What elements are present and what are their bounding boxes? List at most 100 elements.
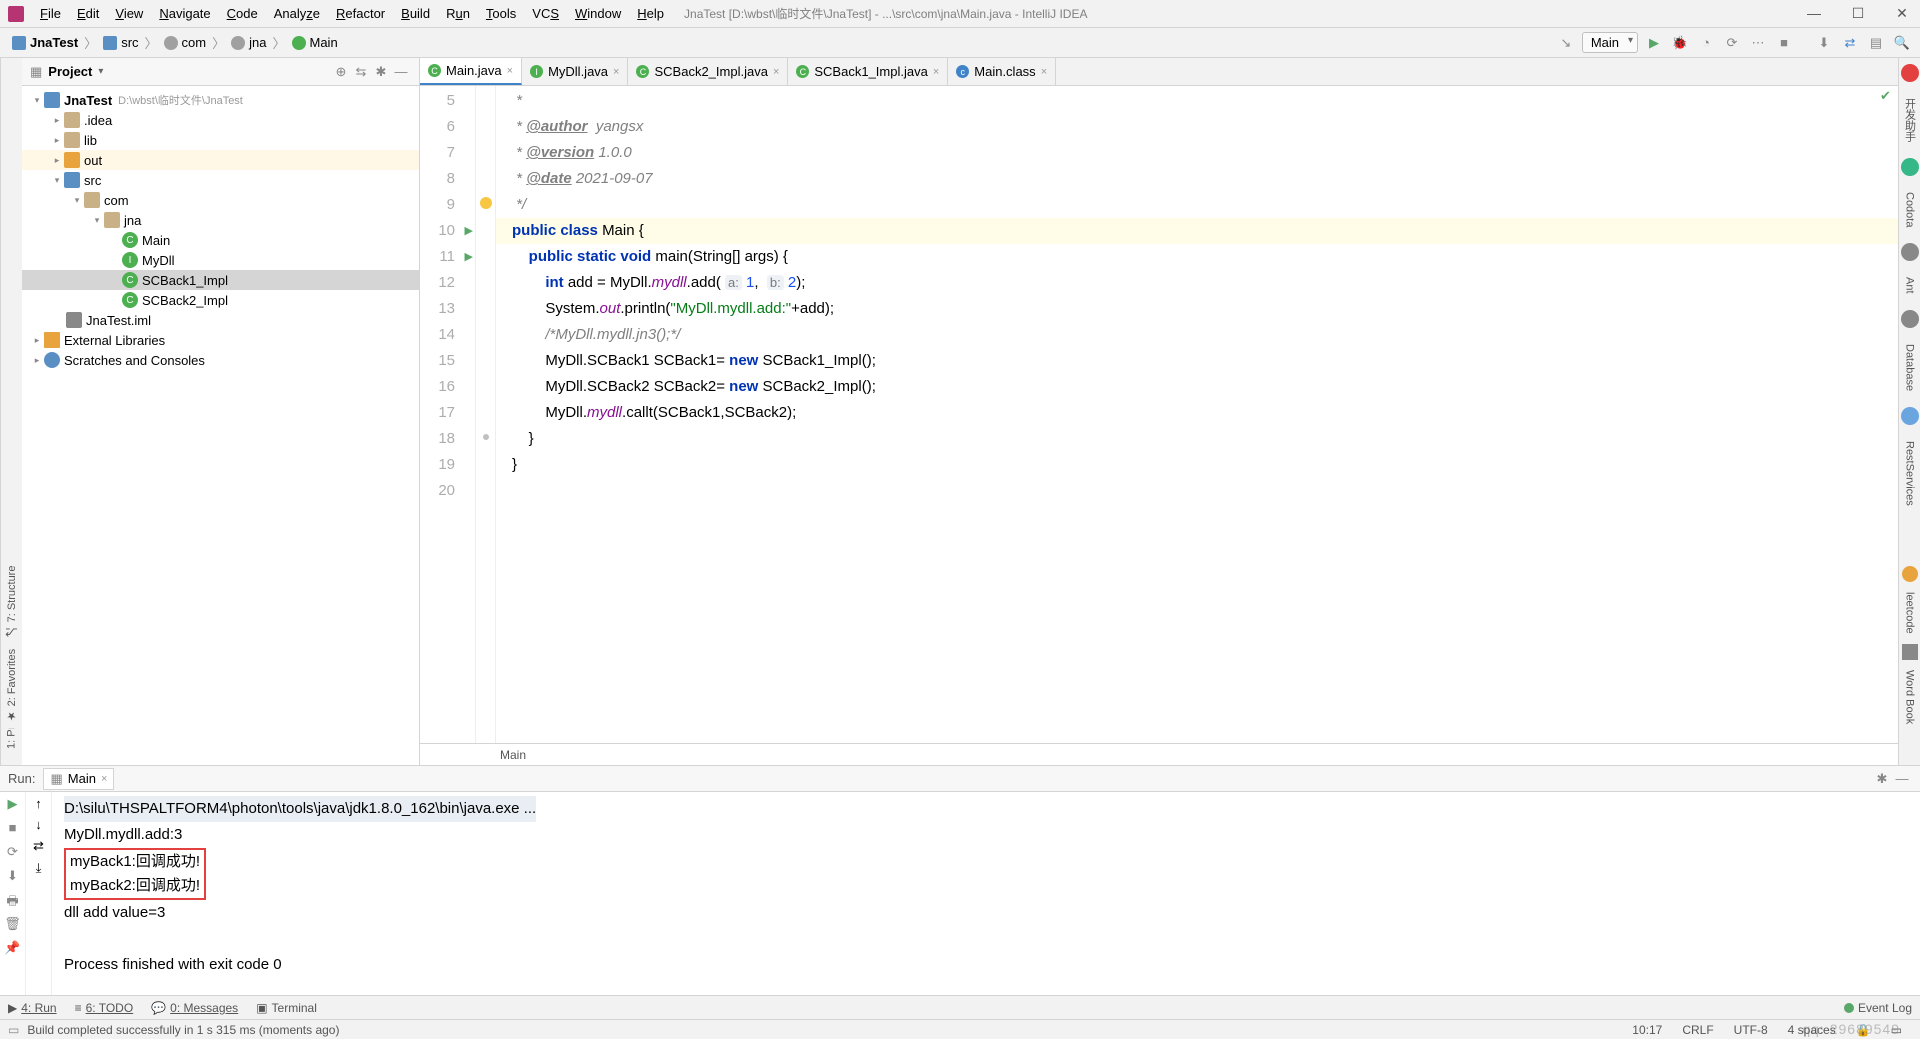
right-tab-database[interactable]: Database: [1904, 338, 1916, 397]
rest-icon[interactable]: [1901, 407, 1919, 425]
menu-refactor[interactable]: Refactor: [328, 6, 393, 21]
profile-button[interactable]: ⟳: [1722, 33, 1742, 53]
event-log[interactable]: Event Log: [1844, 1001, 1912, 1015]
collapse-icon[interactable]: ⇆: [351, 64, 371, 80]
translate-icon[interactable]: ⇄: [1840, 33, 1860, 53]
attach-button[interactable]: ⋯: [1748, 33, 1768, 53]
project-tree[interactable]: ▾ JnaTest D:\wbst\临时文件\JnaTest ▸ .idea ▸…: [22, 86, 419, 765]
right-tab-codota[interactable]: Codota: [1904, 186, 1916, 233]
bottom-tab-terminal[interactable]: ▣ Terminal: [256, 1001, 317, 1015]
tab-close-icon[interactable]: ×: [507, 65, 513, 77]
tree-jna[interactable]: ▾ jna: [22, 210, 419, 230]
tree-src[interactable]: ▾ src: [22, 170, 419, 190]
menu-file[interactable]: File: [32, 6, 69, 21]
tab-close-icon[interactable]: ×: [773, 66, 779, 78]
status-position[interactable]: 10:17: [1622, 1023, 1672, 1037]
code-area[interactable]: 5 6 7 8 9 10 11 12 13 14 15 16 17 18 19 …: [420, 86, 1898, 743]
run-console[interactable]: D:\silu\THSPALTFORM4\photon\tools\java\j…: [52, 792, 1920, 995]
bulb-icon[interactable]: [480, 197, 492, 209]
menu-code[interactable]: Code: [219, 6, 266, 21]
crumb-jna[interactable]: jna: [227, 35, 270, 50]
run-tab[interactable]: ▦ Main ×: [43, 768, 114, 790]
menu-window[interactable]: Window: [567, 6, 629, 21]
ant-icon[interactable]: [1901, 243, 1919, 261]
maximize-button[interactable]: ☐: [1848, 5, 1868, 22]
tree-com[interactable]: ▾ com: [22, 190, 419, 210]
plugin-icon[interactable]: [1901, 64, 1919, 82]
code-body[interactable]: * * @author yangsx * @version 1.0.0 * @d…: [496, 86, 1898, 743]
project-dropdown-icon[interactable]: ▾: [98, 66, 103, 77]
menu-run[interactable]: Run: [438, 6, 478, 21]
line-gutter[interactable]: 5 6 7 8 9 10 11 12 13 14 15 16 17 18 19 …: [420, 86, 476, 743]
menu-help[interactable]: Help: [629, 6, 672, 21]
run-settings-icon[interactable]: ✱: [1872, 771, 1892, 787]
crumb-main[interactable]: Main: [288, 35, 342, 50]
coverage-button[interactable]: ◔: [1696, 33, 1716, 53]
menu-vcs[interactable]: VCS: [524, 6, 567, 21]
bottom-tab-todo[interactable]: ≡ 6: TODO: [75, 1001, 134, 1015]
delete-icon[interactable]: 🗑: [4, 916, 22, 934]
tab-scback1[interactable]: C SCBack1_Impl.java ×: [788, 58, 948, 85]
right-tab-ant[interactable]: Ant: [1904, 271, 1916, 300]
pin-icon[interactable]: 📌: [4, 940, 22, 958]
tree-main[interactable]: C Main: [22, 230, 419, 250]
status-mem-icon[interactable]: ▭: [1881, 1023, 1912, 1037]
tree-mydll[interactable]: I MyDll: [22, 250, 419, 270]
tree-scratch[interactable]: ▸ Scratches and Consoles: [22, 350, 419, 370]
tree-idea[interactable]: ▸ .idea: [22, 110, 419, 130]
build-icon[interactable]: ↘: [1556, 33, 1576, 53]
print-icon[interactable]: 🖶: [4, 892, 22, 910]
menu-analyze[interactable]: Analyze: [266, 6, 328, 21]
right-tab-devhelper[interactable]: 开发助手: [1902, 92, 1918, 148]
tree-scback1[interactable]: C SCBack1_Impl: [22, 270, 419, 290]
leetcode-icon[interactable]: [1902, 566, 1918, 582]
tab-close-icon[interactable]: ×: [933, 66, 939, 78]
up-icon[interactable]: ↑: [35, 796, 42, 811]
editor-breadcrumb-bottom[interactable]: Main: [420, 743, 1898, 765]
vcs-update-icon[interactable]: ⬇: [1814, 33, 1834, 53]
tree-root[interactable]: ▾ JnaTest D:\wbst\临时文件\JnaTest: [22, 90, 419, 110]
close-button[interactable]: ✕: [1892, 5, 1912, 22]
debug-button[interactable]: 🐞: [1670, 33, 1690, 53]
dump-icon[interactable]: ⬇: [4, 868, 22, 886]
structure-icon[interactable]: ▤: [1866, 33, 1886, 53]
rerun-icon[interactable]: ▶: [4, 796, 22, 814]
bottom-tab-messages[interactable]: 💬 0: Messages: [151, 1001, 238, 1015]
wrap-icon[interactable]: ⇄: [33, 838, 44, 854]
tree-out[interactable]: ▸ out: [22, 150, 419, 170]
menu-view[interactable]: View: [107, 6, 151, 21]
codota-icon[interactable]: [1901, 158, 1919, 176]
run-tab-close-icon[interactable]: ×: [101, 773, 107, 785]
down-icon[interactable]: ↓: [35, 817, 42, 832]
settings-icon[interactable]: ✱: [371, 64, 391, 80]
menu-navigate[interactable]: Navigate: [151, 6, 218, 21]
tree-lib[interactable]: ▸ lib: [22, 130, 419, 150]
tab-main-class[interactable]: c Main.class ×: [948, 58, 1056, 85]
project-title[interactable]: Project: [48, 64, 92, 79]
restart-icon[interactable]: ⟳: [4, 844, 22, 862]
tab-scback2[interactable]: C SCBack2_Impl.java ×: [628, 58, 788, 85]
status-git-icon[interactable]: 🔒: [1846, 1023, 1881, 1037]
status-indent[interactable]: 4 spaces: [1778, 1023, 1846, 1037]
tree-ext[interactable]: ▸ External Libraries: [22, 330, 419, 350]
status-encoding[interactable]: UTF-8: [1724, 1023, 1778, 1037]
left-tab-structure[interactable]: ⎇ 7: Structure: [5, 566, 18, 639]
wordbook-icon[interactable]: [1902, 644, 1918, 660]
run-button[interactable]: ▶: [1644, 33, 1664, 53]
right-tab-rest[interactable]: RestServices: [1904, 435, 1916, 512]
inspection-ok-icon[interactable]: ✔: [1880, 88, 1891, 103]
tab-mydll-java[interactable]: I MyDll.java ×: [522, 58, 628, 85]
tab-close-icon[interactable]: ×: [613, 66, 619, 78]
tree-iml[interactable]: JnaTest.iml: [22, 310, 419, 330]
menu-edit[interactable]: Edit: [69, 6, 107, 21]
bottom-tab-run[interactable]: ▶ 4: Run: [8, 1001, 57, 1015]
crumb-root[interactable]: JnaTest: [8, 35, 82, 50]
status-line-sep[interactable]: CRLF: [1672, 1023, 1723, 1037]
left-tab-favorites[interactable]: ★ 2: Favorites: [5, 649, 18, 723]
hide-icon[interactable]: —: [391, 64, 411, 79]
right-tab-wordbook[interactable]: Word Book: [1904, 666, 1916, 728]
stop-button[interactable]: ■: [1774, 33, 1794, 53]
search-everywhere-icon[interactable]: 🔍: [1892, 33, 1912, 53]
crumb-src[interactable]: src: [99, 35, 142, 50]
status-tool-icon[interactable]: ▭: [8, 1023, 19, 1037]
